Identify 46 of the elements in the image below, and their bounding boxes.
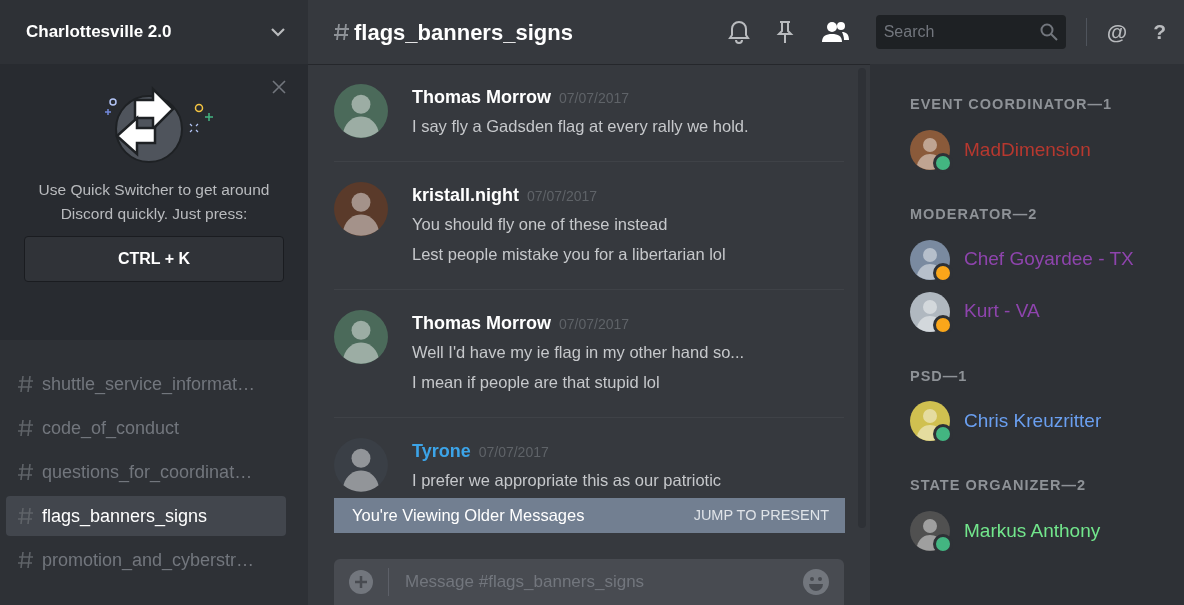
message-text: I prefer we appropriate this as our patriotic bbox=[412, 470, 722, 491]
message-text: You should fly one of these instead bbox=[412, 214, 669, 235]
message-text: I mean if people are that stupid lol bbox=[412, 372, 661, 393]
role-heading: MODERATOR—2 bbox=[910, 204, 1039, 224]
message-text: Lest people mistake you for a libertarian lol bbox=[412, 244, 726, 265]
hash-icon bbox=[18, 463, 34, 481]
mentions-button[interactable]: @ bbox=[1106, 16, 1128, 48]
avatar-icon[interactable] bbox=[334, 310, 388, 364]
quick-switcher-hint: Use Quick Switcher to get around Discord quickly. Just press: bbox=[37, 180, 271, 224]
hash-icon bbox=[18, 551, 34, 569]
role-heading: EVENT COORDINATOR—1 bbox=[910, 95, 1114, 114]
help-button[interactable]: ? bbox=[1153, 16, 1166, 48]
search-field[interactable]: Search bbox=[875, 15, 1066, 49]
hash-icon bbox=[18, 419, 34, 437]
chevron-down-icon[interactable] bbox=[270, 27, 286, 37]
members-icon[interactable] bbox=[819, 21, 850, 43]
channel-item[interactable]: questions_for_coordinat… bbox=[6, 452, 286, 492]
pin-icon[interactable] bbox=[775, 20, 794, 44]
banner-text: You're Viewing Older Messages bbox=[352, 505, 585, 527]
message-text: I say fly a Gadsden flag at every rally we hold. bbox=[412, 116, 749, 137]
channel-item[interactable]: shuttle_service_informat… bbox=[6, 364, 286, 404]
author-name[interactable]: kristall.night bbox=[412, 185, 519, 205]
bell-icon[interactable] bbox=[727, 20, 750, 44]
channel-item[interactable]: code_of_conduct bbox=[6, 408, 286, 448]
role-heading: PSD—1 bbox=[910, 366, 969, 386]
author-name[interactable]: Tyrone bbox=[412, 441, 471, 461]
role-heading: STATE ORGANIZER—2 bbox=[910, 476, 1087, 496]
channel-title: flags_banners_signs bbox=[354, 18, 573, 47]
jump-to-present-button[interactable]: JUMP TO PRESENT bbox=[693, 504, 829, 527]
author-name[interactable]: Thomas Morrow bbox=[412, 87, 551, 107]
server-name[interactable]: Charlottesville 2.0 bbox=[26, 19, 172, 45]
avatar-icon[interactable] bbox=[334, 84, 388, 138]
member-name[interactable]: Chris Kreuzritter bbox=[964, 407, 1102, 436]
shortcut-button[interactable]: CTRL + K bbox=[24, 236, 284, 282]
author-name[interactable]: Thomas Morrow bbox=[412, 313, 551, 333]
hash-icon bbox=[18, 507, 34, 525]
avatar-icon[interactable] bbox=[334, 182, 388, 236]
channel-item[interactable]: flags_banners_signs bbox=[6, 496, 286, 536]
search-icon bbox=[1039, 23, 1058, 41]
member-name[interactable]: Markus Anthony bbox=[964, 516, 1101, 546]
channel-item[interactable]: promotion_and_cyberstr… bbox=[6, 540, 286, 580]
message-text: Well I'd have my ie flag in my other hand so... bbox=[412, 342, 745, 363]
hash-icon bbox=[334, 22, 350, 42]
avatar-icon[interactable] bbox=[334, 438, 388, 492]
hash-icon bbox=[18, 375, 34, 393]
close-icon[interactable] bbox=[272, 80, 286, 94]
